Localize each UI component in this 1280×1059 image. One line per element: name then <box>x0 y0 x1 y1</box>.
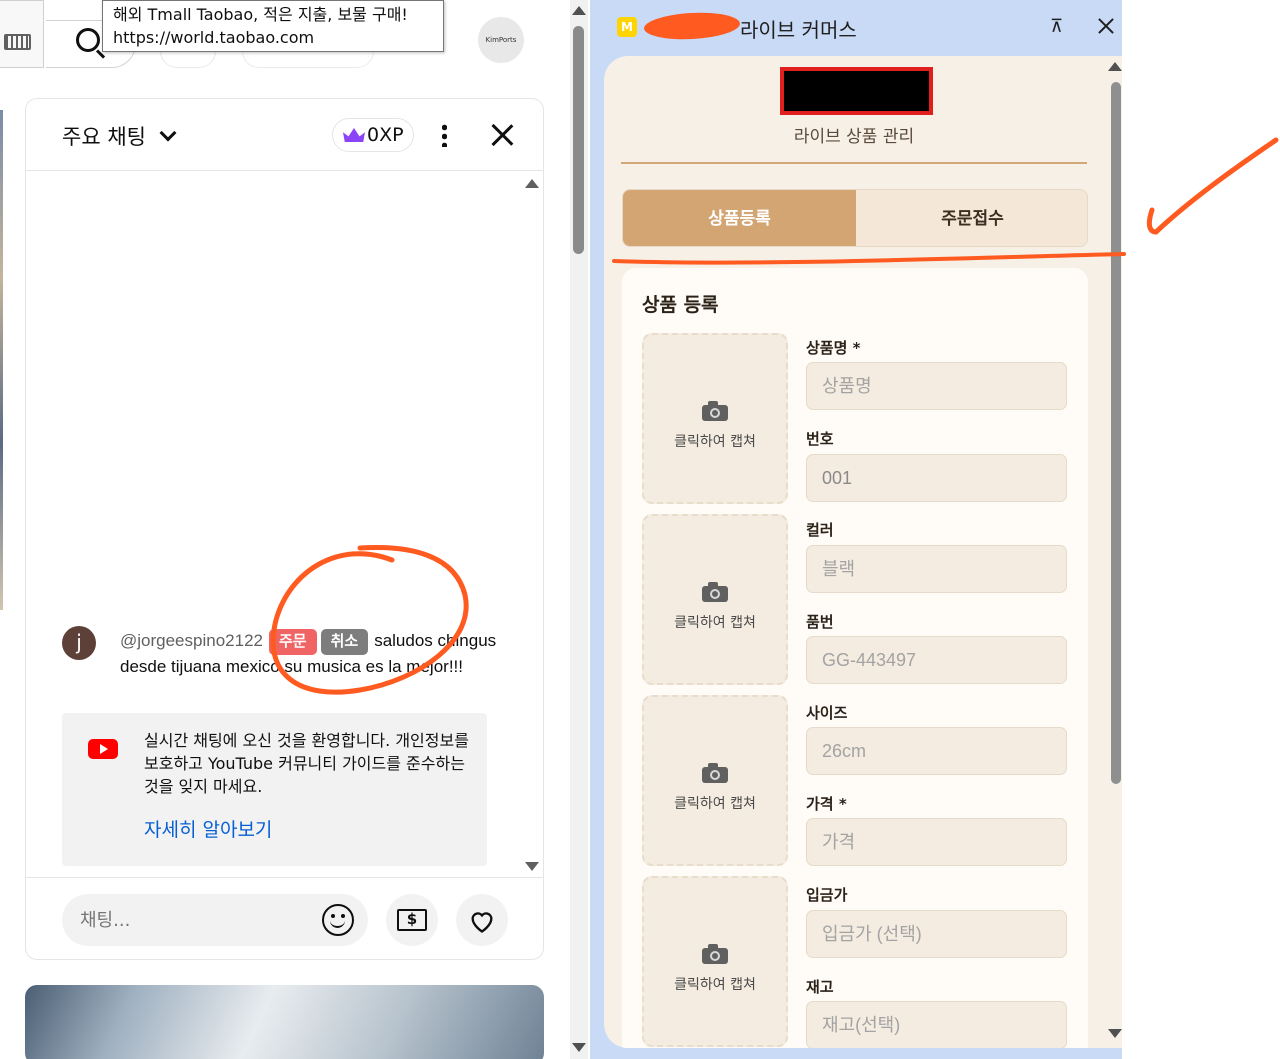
tab-bar: 상품등록 주문접수 <box>622 189 1088 247</box>
profile-avatar[interactable]: KimPorts <box>478 17 524 63</box>
close-panel-icon[interactable] <box>1098 18 1114 34</box>
app-icon: M <box>617 17 637 37</box>
xp-value: 0XP <box>367 124 404 146</box>
panel-content: 라이브 상품 관리 상품등록 주문접수 상품 등록 클릭하여 캡쳐 클릭하여 캡… <box>604 56 1122 1048</box>
panel-titlebar: M 라이브 커머스 ⊼ <box>590 0 1122 56</box>
tab-product-register[interactable]: 상품등록 <box>623 190 856 246</box>
chat-header: 주요 채팅 0XP <box>26 99 543 171</box>
keyboard-button[interactable] <box>0 0 44 68</box>
number-input[interactable] <box>806 454 1067 502</box>
emoji-icon[interactable] <box>322 904 354 936</box>
dollar-icon: $ <box>397 909 427 931</box>
page-scroll-up[interactable] <box>572 6 586 15</box>
field-label-price: 가격 * <box>806 795 847 813</box>
capture-label: 클릭하여 캡쳐 <box>674 615 756 631</box>
capture-slot[interactable]: 클릭하여 캡쳐 <box>642 333 788 504</box>
product-name-input[interactable] <box>806 362 1067 410</box>
more-vert-icon[interactable] <box>442 123 447 147</box>
message-avatar[interactable]: j <box>62 626 96 660</box>
youtube-logo-icon <box>88 739 118 759</box>
heart-icon <box>471 912 493 933</box>
message-author[interactable]: @jorgeespino2122 <box>120 631 263 650</box>
field-label-name: 상품명 * <box>806 339 861 357</box>
capture-label: 클릭하여 캡쳐 <box>674 434 756 450</box>
link-tooltip: 해외 Tmall Taobao, 적은 지출, 보물 구매! https://w… <box>102 0 444 52</box>
camera-icon <box>702 944 728 964</box>
cancel-button[interactable]: 취소 <box>320 629 369 655</box>
deposit-price-input[interactable] <box>806 910 1067 958</box>
side-panel: M 라이브 커머스 ⊼ 라이브 상품 관리 상품등록 주문접수 상품 등록 클릭… <box>590 0 1122 1059</box>
tooltip-url: https://world.taobao.com <box>113 28 315 47</box>
order-button[interactable]: 주문 <box>268 629 317 655</box>
page-scrollbar[interactable] <box>570 0 588 1059</box>
redaction-mark <box>643 10 741 42</box>
page-scroll-thumb[interactable] <box>573 26 584 254</box>
notice-text: 실시간 채팅에 오신 것을 환영합니다. 개인정보를 보호하고 YouTube … <box>144 731 469 796</box>
video-edge-strip <box>0 110 3 610</box>
xp-badge[interactable]: 0XP <box>332 118 414 152</box>
panel-scroll-up[interactable] <box>1108 62 1122 71</box>
tooltip-title: 해외 Tmall Taobao, 적은 지출, 보물 구매! <box>113 5 408 24</box>
panel-scroll-thumb[interactable] <box>1111 82 1121 784</box>
capture-slot[interactable]: 클릭하여 캡쳐 <box>642 876 788 1047</box>
field-label-number: 번호 <box>806 430 834 448</box>
camera-icon <box>702 582 728 602</box>
close-chat-icon[interactable] <box>490 123 514 147</box>
product-form: 상품 등록 클릭하여 캡쳐 클릭하여 캡쳐 클릭하여 캡쳐 클릭하여 캡쳐 상품… <box>622 268 1088 1048</box>
camera-icon <box>702 401 728 421</box>
chat-message: @jorgeespino2122 주문 취소 saludos chingus desd… <box>120 629 500 679</box>
capture-slot[interactable]: 클릭하여 캡쳐 <box>642 514 788 685</box>
panel-scroll-down[interactable] <box>1108 1029 1122 1038</box>
sku-input[interactable] <box>806 636 1067 684</box>
chevron-down-icon[interactable] <box>159 124 177 142</box>
capture-slot[interactable]: 클릭하여 캡쳐 <box>642 695 788 866</box>
field-label-deposit: 입금가 <box>806 886 848 904</box>
keyboard-icon <box>4 34 31 50</box>
crown-icon <box>343 128 365 142</box>
video-thumbnail[interactable] <box>25 985 544 1059</box>
field-label-color: 컬러 <box>806 521 834 539</box>
page-scroll-down[interactable] <box>572 1043 586 1052</box>
youtube-page: 해외 Tmall Taobao, 적은 지출, 보물 구매! https://w… <box>0 0 590 1059</box>
like-button[interactable] <box>456 894 508 946</box>
field-label-stock: 재고 <box>806 978 834 996</box>
field-label-sku: 품번 <box>806 613 834 631</box>
annotation-checkmark <box>1146 137 1279 235</box>
learn-more-link[interactable]: 자세히 알아보기 <box>144 815 272 842</box>
color-input[interactable] <box>806 545 1067 593</box>
panel-subtitle: 라이브 상품 관리 <box>793 127 915 147</box>
capture-label: 클릭하여 캡쳐 <box>674 977 756 993</box>
pin-icon[interactable]: ⊼ <box>1050 16 1063 37</box>
message-text-inline: saludos <box>374 631 433 650</box>
chat-mode-title[interactable]: 주요 채팅 <box>62 121 146 151</box>
welcome-notice: 실시간 채팅에 오신 것을 환영합니다. 개인정보를 보호하고 YouTube … <box>62 713 487 866</box>
panel-title: 라이브 커머스 <box>740 18 857 42</box>
size-input[interactable] <box>806 727 1067 775</box>
stock-input[interactable] <box>806 1001 1067 1048</box>
form-title: 상품 등록 <box>642 294 719 316</box>
field-label-size: 사이즈 <box>806 704 848 722</box>
chat-scroll-up[interactable] <box>525 179 539 188</box>
tab-order-receive[interactable]: 주문접수 <box>856 190 1087 246</box>
capture-label: 클릭하여 캡쳐 <box>674 796 756 812</box>
super-chat-button[interactable]: $ <box>386 894 438 946</box>
price-input[interactable] <box>806 818 1067 866</box>
chat-scroll-down[interactable] <box>525 862 539 871</box>
redacted-logo <box>780 67 933 115</box>
camera-icon <box>702 763 728 783</box>
panel-scrollbar[interactable] <box>1108 56 1122 1048</box>
live-chat-panel: 주요 채팅 0XP j @jorgeespino2122 주문 취소 saludos … <box>25 98 544 960</box>
search-icon <box>76 28 100 52</box>
chat-input-area: $ <box>26 877 543 961</box>
divider <box>621 162 1087 164</box>
